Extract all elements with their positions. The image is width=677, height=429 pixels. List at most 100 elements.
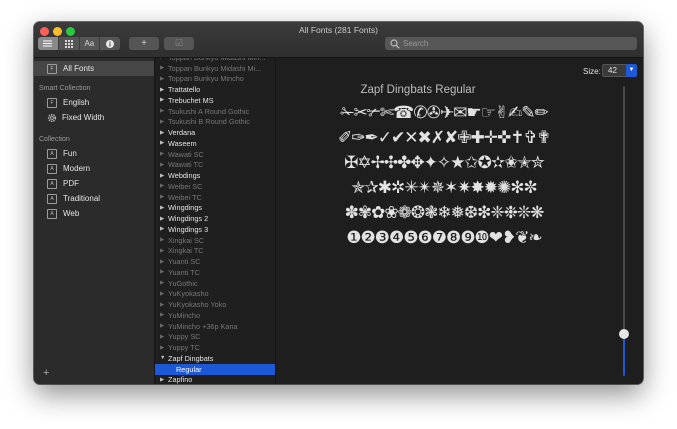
disclosure-collapsed-icon[interactable]: ▶ <box>160 140 168 146</box>
font-name-label: Webdings <box>168 171 201 181</box>
disclosure-collapsed-icon[interactable]: ▶ <box>160 269 168 275</box>
disclosure-expanded-icon[interactable]: ▼ <box>160 355 168 361</box>
sidebar-item-traditional[interactable]: A Traditional <box>34 191 154 206</box>
smart-collection-icon: F <box>47 97 57 108</box>
font-family-row[interactable]: ▶ YuMincho <box>155 310 275 321</box>
disclosure-collapsed-icon[interactable]: ▶ <box>160 76 168 82</box>
sidebar-item-pdf[interactable]: A PDF <box>34 176 154 191</box>
collection-icon: A <box>47 178 57 189</box>
font-family-row[interactable]: ▶ Weibei TC <box>155 192 275 203</box>
sidebar-item-fun[interactable]: A Fun <box>34 146 154 161</box>
font-family-row[interactable]: ▶ Weibei SC <box>155 181 275 192</box>
size-dropdown-button[interactable]: ▼ <box>626 64 637 77</box>
disclosure-collapsed-icon[interactable]: ▶ <box>160 162 168 168</box>
disclosure-collapsed-icon[interactable]: ▶ <box>160 130 168 136</box>
disclosure-collapsed-icon[interactable]: ▶ <box>160 237 168 243</box>
font-family-row[interactable]: ▶ Tsukushi A Round Gothic <box>155 106 275 117</box>
font-family-row[interactable]: ▶ Wingdings 2 <box>155 213 275 224</box>
search-input[interactable] <box>403 39 623 48</box>
size-slider-knob[interactable] <box>619 329 629 339</box>
disclosure-collapsed-icon[interactable]: ▶ <box>160 151 168 157</box>
sidebar-item-label: English <box>63 98 90 107</box>
disclosure-collapsed-icon[interactable]: ▶ <box>160 216 168 222</box>
search-field[interactable] <box>385 37 637 50</box>
disclosure-collapsed-icon[interactable]: ▶ <box>160 280 168 286</box>
font-family-row[interactable]: ▶ YuKyokasho <box>155 289 275 300</box>
sidebar-item-all-fonts[interactable]: F All Fonts <box>34 61 154 76</box>
collection-icon: A <box>47 208 57 219</box>
font-family-row[interactable]: ▶ Zapfino <box>155 375 275 384</box>
font-family-row[interactable]: ▶ Verdana <box>155 127 275 138</box>
disclosure-collapsed-icon[interactable]: ▶ <box>160 345 168 351</box>
font-family-row[interactable]: ▶ Yuanti TC <box>155 267 275 278</box>
sample-view-button[interactable]: Aa <box>80 37 101 50</box>
font-family-row[interactable]: ▶ Toppan Bunkyu Mincho <box>155 74 275 85</box>
disclosure-collapsed-icon[interactable]: ▶ <box>160 108 168 114</box>
sidebar-item-english[interactable]: F English <box>34 95 154 110</box>
font-family-row[interactable]: ▶ Xingkai SC <box>155 235 275 246</box>
collection-icon: A <box>47 193 57 204</box>
font-name-label: Trattatello <box>168 85 201 95</box>
font-family-row[interactable]: ▶ Xingkai TC <box>155 246 275 257</box>
font-name-label: Weibei SC <box>168 181 203 191</box>
add-font-button[interactable]: + <box>129 37 159 50</box>
disclosure-collapsed-icon[interactable]: ▶ <box>160 248 168 254</box>
font-family-row[interactable]: ▶ Webdings <box>155 170 275 181</box>
disclosure-collapsed-icon[interactable]: ▶ <box>160 377 168 383</box>
font-name-label: Trebuchet MS <box>168 95 214 105</box>
font-family-row[interactable]: ▶ YuMincho +36p Kana <box>155 321 275 332</box>
sidebar-item-modern[interactable]: A Modern <box>34 161 154 176</box>
disclosure-collapsed-icon[interactable]: ▶ <box>160 323 168 329</box>
disclosure-collapsed-icon[interactable]: ▶ <box>160 87 168 93</box>
font-family-row[interactable]: ▶ Yuppy TC <box>155 342 275 353</box>
disclosure-collapsed-icon[interactable]: ▶ <box>160 65 168 71</box>
collection-icon: A <box>47 163 57 174</box>
add-collection-button[interactable]: + <box>43 367 49 379</box>
font-family-row[interactable]: ▶ YuKyokasho Yoko <box>155 299 275 310</box>
font-family-row[interactable]: ▶ Waseem <box>155 138 275 149</box>
view-mode-control: Aa <box>38 37 120 50</box>
font-name-label: Toppan Bunkyu Midashi Min... <box>168 58 265 62</box>
font-family-row[interactable]: ▶ Trebuchet MS <box>155 95 275 106</box>
sidebar-item-fixed-width[interactable]: Fixed Width <box>34 110 154 125</box>
font-family-row[interactable]: ▶ Tsukushi B Round Gothic <box>155 117 275 128</box>
font-family-row[interactable]: ▶ Wingdings 3 <box>155 224 275 235</box>
sidebar-item-label: Modern <box>63 164 91 173</box>
disclosure-collapsed-icon[interactable]: ▶ <box>160 173 168 179</box>
disclosure-collapsed-icon[interactable]: ▶ <box>160 205 168 211</box>
title-bar: All Fonts (281 Fonts) Aa + ☑ <box>34 22 643 58</box>
font-family-row[interactable]: ▶ Yuppy SC <box>155 332 275 343</box>
info-button[interactable] <box>100 37 120 50</box>
disclosure-collapsed-icon[interactable]: ▶ <box>160 312 168 318</box>
font-family-row[interactable]: ▶ Trattatello <box>155 84 275 95</box>
sidebar-item-web[interactable]: A Web <box>34 206 154 221</box>
preview-font-name: Zapf Dingbats Regular <box>360 84 476 96</box>
font-family-row[interactable]: ▶ Wawati TC <box>155 160 275 171</box>
validate-font-button[interactable]: ☑ <box>164 37 194 50</box>
disclosure-collapsed-icon[interactable]: ▶ <box>160 97 168 103</box>
glyph-row: ✯✰✱✲✳✴✵✶✷✸✹✺✻✼ <box>351 178 537 198</box>
list-view-icon <box>43 40 53 47</box>
grid-view-button[interactable] <box>59 37 80 50</box>
font-family-row[interactable]: ▶ Wawati SC <box>155 149 275 160</box>
disclosure-collapsed-icon[interactable]: ▶ <box>160 58 168 60</box>
disclosure-collapsed-icon[interactable]: ▶ <box>160 183 168 189</box>
font-style-row[interactable]: Regular <box>155 363 275 375</box>
disclosure-collapsed-icon[interactable]: ▶ <box>160 302 168 308</box>
list-view-button[interactable] <box>38 37 59 50</box>
collection-heading: Collection <box>39 136 70 143</box>
disclosure-collapsed-icon[interactable]: ▶ <box>160 334 168 340</box>
disclosure-collapsed-icon[interactable]: ▶ <box>160 226 168 232</box>
disclosure-collapsed-icon[interactable]: ▶ <box>160 194 168 200</box>
font-name-label: Yuanti TC <box>168 267 200 277</box>
disclosure-collapsed-icon[interactable]: ▶ <box>160 291 168 297</box>
font-family-row[interactable]: ▶ YuGothic <box>155 278 275 289</box>
sidebar-item-label: PDF <box>63 179 79 188</box>
disclosure-collapsed-icon[interactable]: ▶ <box>160 119 168 125</box>
font-family-row[interactable]: ▼ Zapf Dingbats <box>155 353 275 364</box>
font-family-row[interactable]: ▶ Yuanti SC <box>155 256 275 267</box>
font-family-row[interactable]: ▶ Toppan Bunkyu Midashi Mi... <box>155 63 275 74</box>
disclosure-collapsed-icon[interactable]: ▶ <box>160 259 168 265</box>
font-family-row[interactable]: ▶ Wingdings <box>155 203 275 214</box>
collections-sidebar: F All Fonts Smart Collection F English F… <box>34 58 155 384</box>
